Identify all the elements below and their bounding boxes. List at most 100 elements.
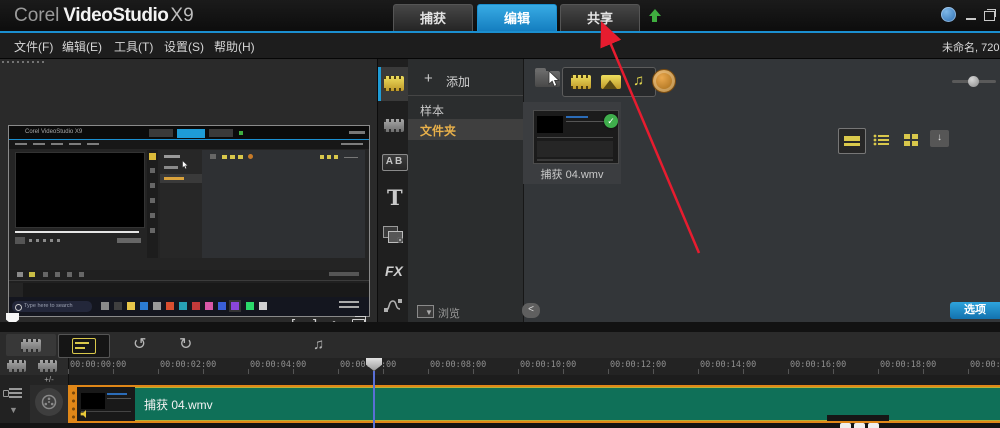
mini-tab xyxy=(209,129,233,137)
mini-play-button xyxy=(15,237,25,244)
title-bar: Corel VideoStudio X9 捕获 编辑 共享 xyxy=(0,0,1000,32)
list-view-icon xyxy=(873,134,889,146)
track-manager-icon-2[interactable] xyxy=(38,360,57,372)
menu-bar: 文件(F) 编辑(E) 工具(T) 设置(S) 帮助(H) 未命名, 720p xyxy=(0,33,1000,59)
plus-icon[interactable]: + xyxy=(424,70,433,87)
auto-music-icon[interactable]: ♫ xyxy=(313,336,324,354)
mini-timeline xyxy=(9,270,369,297)
filter-photo-icon[interactable] xyxy=(601,75,621,89)
view-grid-button[interactable] xyxy=(898,128,924,152)
timeline-view-icon xyxy=(72,338,96,354)
timeline-view-button[interactable] xyxy=(58,334,110,358)
mini-tab-active xyxy=(177,129,205,138)
timeline-ruler[interactable]: 00:00:00:00 00:00:02:00 00:00:04:00 00:0… xyxy=(0,358,1000,376)
menu-settings[interactable]: 设置(S) xyxy=(164,38,204,55)
grid-view-icon xyxy=(903,134,918,146)
tab-edit[interactable]: 编辑 xyxy=(477,4,557,32)
instant-project-clock-icon[interactable] xyxy=(652,69,676,93)
media-gallery-button[interactable] xyxy=(378,67,409,101)
options-button[interactable]: 选项 xyxy=(950,302,1000,319)
brand-corel: Corel xyxy=(14,5,60,26)
overlay-gallery-button[interactable] xyxy=(378,217,409,251)
menu-help[interactable]: 帮助(H) xyxy=(214,38,255,55)
transition-ab-button[interactable]: AB xyxy=(378,145,409,179)
library-nav: + 添加 样本 文件夹 xyxy=(408,59,524,322)
fx-icon: FX xyxy=(385,263,403,279)
view-list-button[interactable] xyxy=(868,128,894,152)
partial-watermark-glyph xyxy=(840,423,851,428)
check-icon: ✓ xyxy=(604,114,618,128)
media-item-name: 捕获 04.wmv xyxy=(540,169,604,181)
filter-video-icon[interactable] xyxy=(571,75,591,89)
restore-button[interactable] xyxy=(984,9,996,21)
view-thumbnail-button[interactable] xyxy=(838,128,866,154)
track-manager-icon[interactable] xyxy=(7,360,26,372)
thumbnail-view-icon xyxy=(844,136,860,146)
ab-icon: AB xyxy=(382,154,408,171)
clip-name-label: 捕获 04.wmv xyxy=(144,398,213,412)
nav-item-folder[interactable]: 文件夹 xyxy=(408,119,523,140)
track-area: ▼ +/- 捕获 04.wmv xyxy=(0,375,1000,428)
filter-audio-icon[interactable]: ♫ xyxy=(633,73,644,88)
track-header: +/- xyxy=(30,375,69,428)
menu-tools[interactable]: 工具(T) xyxy=(114,38,153,55)
clip-notch xyxy=(827,415,889,421)
nav-item-sample[interactable]: 样本 xyxy=(420,102,444,119)
brand-product: VideoStudio xyxy=(63,5,169,26)
videostudio-window: Corel VideoStudio X9 捕获 编辑 共享 文件(F) 编辑(E) … xyxy=(0,0,1000,428)
title-gallery-button[interactable]: T xyxy=(378,181,409,215)
mini-scrubber xyxy=(15,231,139,233)
library-panel: + 添加 样本 文件夹 ♫ ↓ ✓ 捕获 04.wmv ▼ 浏览 < 选项 xyxy=(408,59,1000,322)
mini-search-box: Type here to search xyxy=(12,301,92,312)
mini-export-dot xyxy=(239,131,243,135)
mini-windows-taskbar: Type here to search xyxy=(9,297,369,316)
project-name-label: 未命名, 720p xyxy=(942,42,1000,54)
mini-title-bar: Corel VideoStudio X9 xyxy=(9,126,369,139)
globe-icon[interactable] xyxy=(941,7,956,22)
motion-path-button[interactable] xyxy=(378,289,409,323)
mini-tool-strip xyxy=(147,150,158,258)
mini-search-text: Type here to search xyxy=(24,303,73,309)
mini-tab xyxy=(149,129,173,137)
mini-menu-bar xyxy=(9,140,369,149)
menu-edit[interactable]: 编辑(E) xyxy=(62,38,102,55)
mini-workspace xyxy=(9,149,369,270)
scroll-left-button[interactable]: < xyxy=(522,303,540,318)
mini-timecode xyxy=(117,238,141,243)
media-item-thumbnail[interactable]: ✓ xyxy=(533,110,619,164)
storyboard-icon xyxy=(21,338,41,352)
track-header-top xyxy=(0,358,69,375)
tab-share[interactable]: 共享 xyxy=(560,4,640,32)
sort-button[interactable]: ↓ xyxy=(930,130,949,147)
redo-button[interactable]: ↻ xyxy=(179,336,192,354)
thumb-size-slider-handle[interactable] xyxy=(968,76,979,87)
storyboard-view-button[interactable] xyxy=(6,334,56,356)
brand-version: X9 xyxy=(170,5,194,26)
clip-grip-handle[interactable] xyxy=(70,387,77,421)
timeline-toolbar: ↺ ↻ ♫ T≡ − + 0:05:09:08 xyxy=(0,332,1000,359)
tab-capture[interactable]: 捕获 xyxy=(393,4,473,32)
browse-button[interactable]: 浏览 xyxy=(438,305,460,321)
undo-button[interactable]: ↺ xyxy=(133,336,146,354)
panel-divider xyxy=(0,322,1000,332)
track-collapse-caret[interactable]: ▼ xyxy=(9,405,18,415)
media-icon xyxy=(384,76,404,91)
timeline-playhead-line xyxy=(373,371,375,428)
ruler-ticks xyxy=(68,369,1000,374)
filter-fx-button[interactable]: FX xyxy=(378,253,409,287)
media-item[interactable]: ✓ 捕获 04.wmv xyxy=(523,102,621,184)
timeline-clip[interactable]: 捕获 04.wmv xyxy=(68,385,1000,423)
track-controls-column: ▼ xyxy=(0,375,30,428)
partial-watermark-glyph xyxy=(868,423,879,428)
menu-file[interactable]: 文件(F) xyxy=(14,38,53,55)
mini-cursor-icon xyxy=(182,160,189,170)
gallery-toolbar: AB T FX xyxy=(377,59,409,322)
mini-window-controls xyxy=(349,131,365,134)
minimize-button[interactable] xyxy=(966,18,976,20)
video-track-button[interactable] xyxy=(35,388,63,416)
add-folder-button[interactable]: 添加 xyxy=(446,73,470,90)
export-up-arrow-icon[interactable] xyxy=(648,9,662,23)
transitions-button[interactable] xyxy=(378,109,409,143)
track-add-remove[interactable]: +/- xyxy=(30,375,68,385)
ripple-edit-icon[interactable] xyxy=(3,387,22,399)
